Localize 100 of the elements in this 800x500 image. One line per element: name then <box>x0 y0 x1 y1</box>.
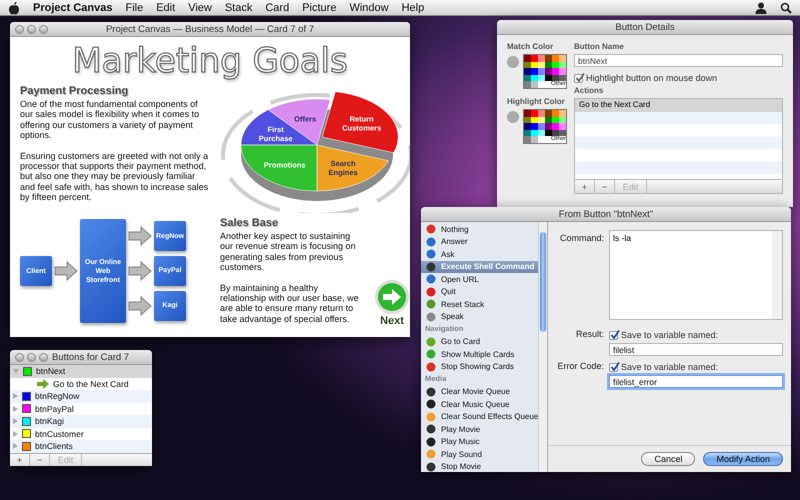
color-swatch[interactable] <box>552 68 559 75</box>
arrow-icon <box>54 261 78 281</box>
list-item[interactable]: Stop Showing Cards <box>421 360 538 373</box>
paragraph: By maintaining a healthy relationship with our user base, we are able to ensure many return to take advantage of special offers. <box>220 282 360 324</box>
checkbox[interactable] <box>609 330 618 340</box>
color-swatch[interactable] <box>531 68 538 75</box>
color-swatch[interactable] <box>538 136 545 143</box>
field-label: Actions <box>574 86 604 95</box>
field-label: Match Color <box>507 42 554 51</box>
paragraph: Ensuring customers are greeted with not only a processor that supports their payment method, but also one they may be previously familiar and feel safe with, has shown to increase sales by fifteen percent. <box>20 150 210 203</box>
color-swatch[interactable] <box>531 123 538 130</box>
checkbox[interactable] <box>609 362 618 372</box>
menu-item[interactable]: File <box>125 2 144 14</box>
color-well[interactable] <box>507 56 519 68</box>
scroll-bar[interactable] <box>538 222 547 472</box>
item-label: btnCustomer <box>35 428 84 439</box>
list-item[interactable]: btnKagi <box>10 415 152 428</box>
list-item[interactable]: Play Music <box>421 436 538 448</box>
section-title: Sales Base <box>220 217 280 229</box>
color-swatch[interactable] <box>531 81 538 88</box>
color-swatch[interactable] <box>524 55 531 62</box>
cancel-button[interactable]: Cancel <box>641 452 696 466</box>
item-label: btnClients <box>35 441 73 452</box>
list-item[interactable]: Open URL <box>421 273 538 286</box>
color-swatch[interactable] <box>545 123 552 130</box>
color-swatch[interactable] <box>531 110 538 117</box>
toolbar-button[interactable]: − <box>30 454 50 466</box>
color-swatch[interactable] <box>538 81 545 88</box>
input-field[interactable]: filelist_error <box>609 375 783 388</box>
menu-item[interactable]: Card <box>265 2 290 14</box>
checkbox-label: Hightlight button on mouse down <box>586 73 718 83</box>
color-swatch[interactable] <box>545 110 552 117</box>
color-swatch[interactable] <box>524 110 531 117</box>
color-swatch[interactable] <box>538 123 545 130</box>
color-swatch[interactable] <box>524 68 531 75</box>
menu-item[interactable]: Edit <box>156 2 176 14</box>
color-swatch[interactable] <box>559 110 566 117</box>
app-menu[interactable]: Project Canvas <box>33 2 112 14</box>
color-well[interactable] <box>507 110 519 123</box>
color-swatch[interactable] <box>552 55 559 62</box>
list-item[interactable]: btnClients <box>10 440 152 452</box>
color-swatch[interactable] <box>559 68 566 75</box>
list-item[interactable]: Clear Sound Effects Queue <box>421 410 538 423</box>
color-swatch[interactable] <box>545 68 552 75</box>
item-label: btnKagi <box>35 416 64 426</box>
color-swatch[interactable] <box>524 81 531 88</box>
list-item[interactable]: Answer <box>421 236 538 248</box>
color-swatch[interactable] <box>538 55 545 62</box>
field-label: Command: <box>558 233 604 243</box>
color-swatch[interactable] <box>531 136 538 143</box>
list-item[interactable]: btnNext <box>10 365 152 378</box>
list-item[interactable]: Nothing <box>421 223 538 236</box>
color-swatch[interactable] <box>531 55 538 62</box>
color-swatch[interactable] <box>524 136 531 143</box>
arrow-icon <box>128 260 152 281</box>
list-item[interactable]: Go to the Next Card <box>575 99 782 112</box>
menu-item[interactable]: Picture <box>302 2 336 14</box>
list-item[interactable]: Stop Movie <box>421 460 538 472</box>
window-title: Project Canvas — Business Model — Card 7 of 7 <box>104 24 316 34</box>
checkbox-label: Save to variable named: <box>621 362 718 372</box>
modify-button[interactable]: Modify Action <box>703 452 783 466</box>
color-swatch[interactable] <box>552 110 559 117</box>
input-field[interactable]: filelist <box>609 343 783 356</box>
list-item[interactable]: Play Sound <box>421 448 538 460</box>
list-item[interactable]: Ask <box>421 248 538 260</box>
color-swatch[interactable] <box>538 110 545 117</box>
list-item[interactable]: Clear Movie Queue <box>421 386 538 398</box>
input-field[interactable]: btnNext <box>574 54 783 67</box>
list-item[interactable]: Play Movie <box>421 423 538 436</box>
arrow-icon <box>128 296 152 316</box>
menu-item[interactable]: Stack <box>224 2 252 14</box>
checkbox[interactable] <box>574 74 583 82</box>
color-swatch[interactable] <box>559 123 566 130</box>
color-swatch[interactable] <box>552 123 559 130</box>
paragraph: One of the most fundamental components of our sales model is flexibility when it comes to offering our customers a variety of payment options. <box>20 99 200 141</box>
color-swatch[interactable] <box>559 55 566 62</box>
list-item[interactable]: btnRegNow <box>10 390 152 402</box>
list-item[interactable]: Quit <box>421 286 538 298</box>
toolbar-button[interactable]: + <box>10 454 30 466</box>
text-area[interactable]: ls -la <box>609 230 783 320</box>
list-item[interactable]: Go to the Next Card <box>10 378 152 390</box>
list-item[interactable]: Show Multiple Cards <box>421 348 538 360</box>
field-label: Highlight Color <box>507 96 566 106</box>
list-item[interactable]: Speak <box>421 310 538 323</box>
window-title: From Button "btnNext" <box>558 208 654 220</box>
toolbar-button[interactable]: + <box>575 180 595 193</box>
search-icon <box>780 2 792 14</box>
list-item[interactable]: Go to Card <box>421 336 538 348</box>
color-swatch[interactable] <box>545 55 552 62</box>
menu-item[interactable]: Window <box>349 2 389 14</box>
item-label: btnNext <box>36 366 66 376</box>
list-item[interactable]: Reset Stack <box>421 298 538 310</box>
toolbar-button[interactable]: − <box>595 180 615 193</box>
color-swatch[interactable] <box>538 68 545 75</box>
menu-item[interactable]: View <box>188 2 212 14</box>
color-swatch[interactable] <box>524 123 531 130</box>
arrow-icon <box>37 378 49 389</box>
apple-icon <box>8 0 20 14</box>
menu-item[interactable]: Help <box>402 2 424 14</box>
list-item[interactable]: Clear Music Queue <box>421 398 538 410</box>
